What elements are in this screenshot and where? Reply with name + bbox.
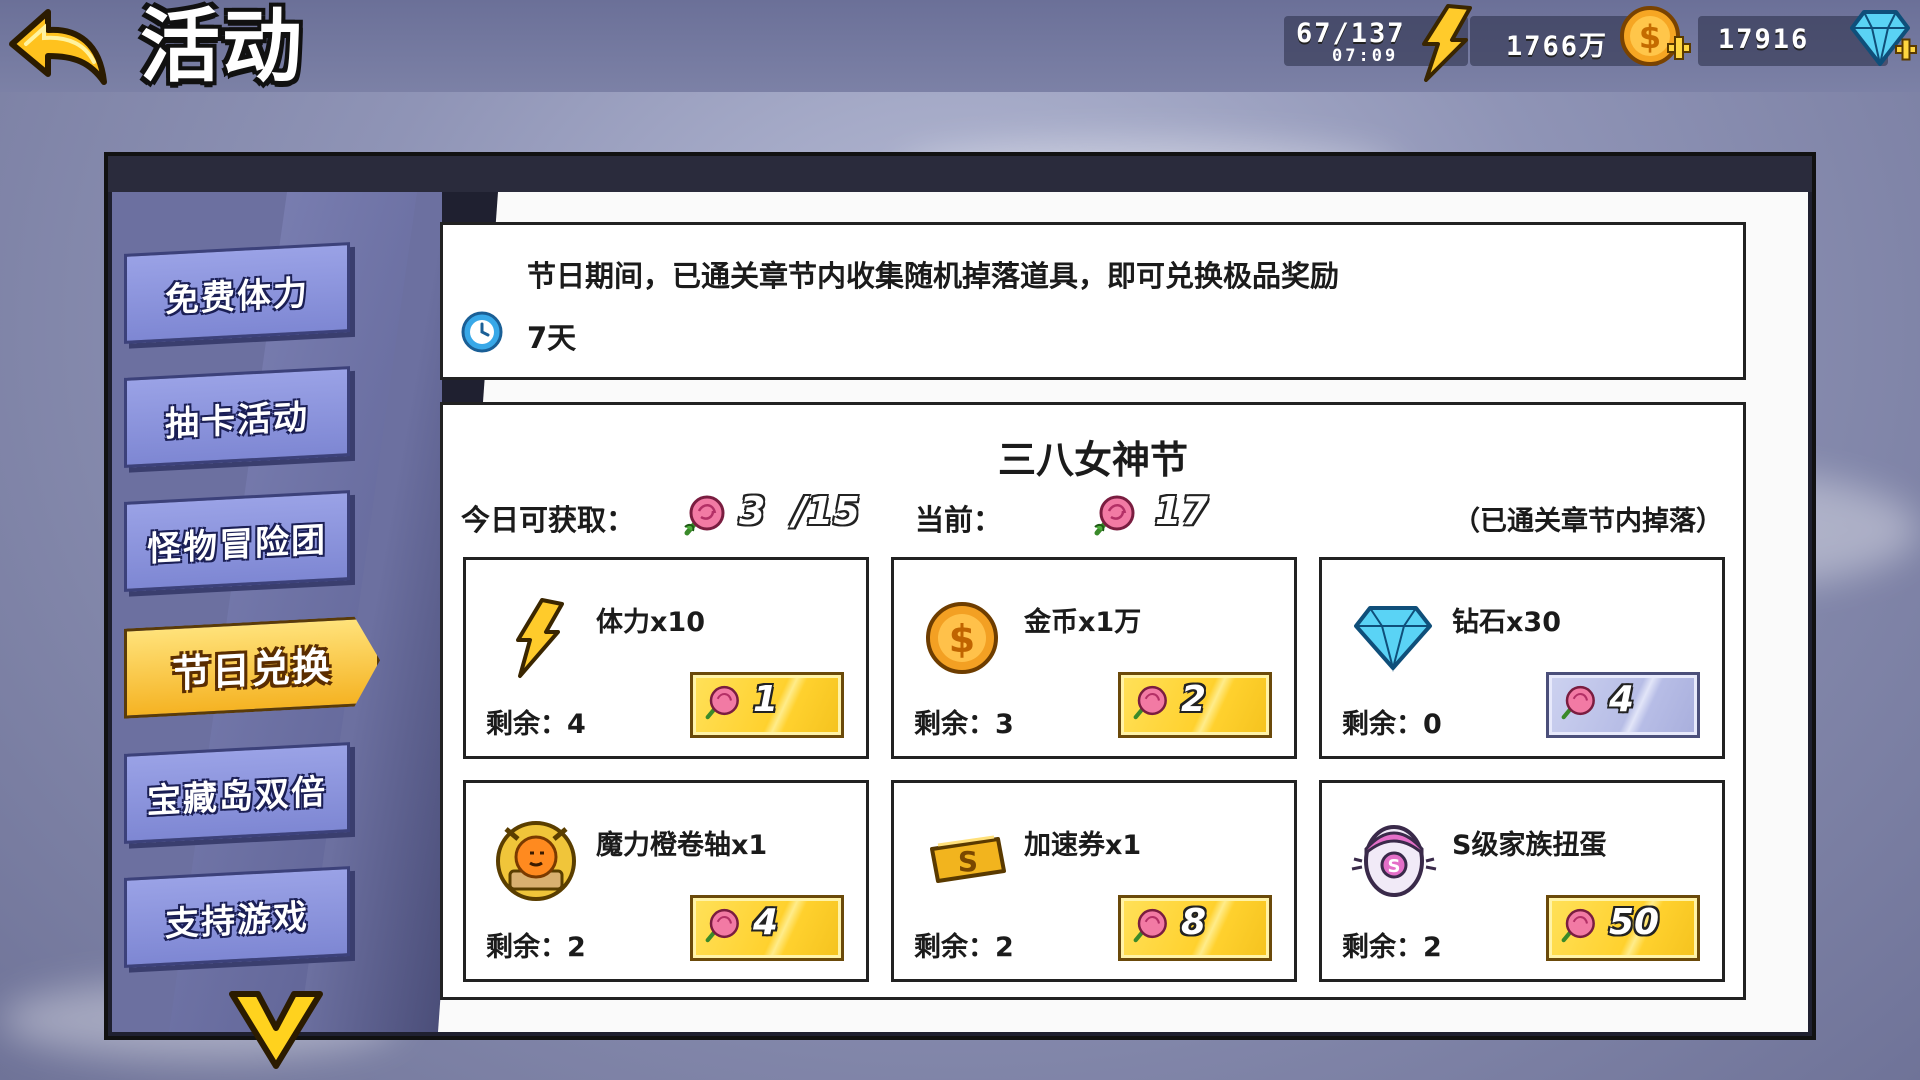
exchange-button-disabled[interactable]: 4 xyxy=(1546,672,1700,738)
back-arrow-icon xyxy=(9,9,107,85)
tab-label: 宝藏岛双倍 xyxy=(147,772,327,822)
tab-label: 抽卡活动 xyxy=(165,397,309,445)
reward-card-diamond: 钻石x30 剩余：0 4 xyxy=(1319,557,1725,759)
tab-draw-event[interactable]: 抽卡活动 xyxy=(124,366,350,468)
event-description-box: 节日期间，已通关章节内收集随机掉落道具，即可兑换极品奖励 7天 xyxy=(440,222,1746,380)
gold-coin-add-icon[interactable]: $ xyxy=(1616,4,1692,76)
tab-support-game[interactable]: 支持游戏 xyxy=(124,866,350,968)
current-label: 当前： xyxy=(915,503,1003,537)
reward-card-gold: $ 金币x1万 剩余：3 2 xyxy=(891,557,1297,759)
reward-card-orange-scroll: 魔力橙卷轴x1 剩余：2 4 xyxy=(463,780,869,982)
drop-source-note: （已通关章节内掉落） xyxy=(1453,506,1723,537)
stamina-timer: 07:09 xyxy=(1332,46,1399,66)
scroll-down-chevron-icon[interactable] xyxy=(228,988,324,1070)
lightning-icon xyxy=(1422,4,1472,82)
exchange-button[interactable]: 50 xyxy=(1546,895,1700,961)
rose-icon xyxy=(1133,685,1167,720)
tab-label: 免费体力 xyxy=(165,273,309,321)
reward-card-s-gacha-egg: S S级家族扭蛋 剩余：2 50 xyxy=(1319,780,1725,982)
reward-remaining: 剩余：2 xyxy=(486,932,586,963)
exchange-button[interactable]: 4 xyxy=(690,895,844,961)
stamina-value: 67/137 xyxy=(1296,18,1406,49)
reward-name: 金币x1万 xyxy=(1024,607,1142,638)
diamond-value: 17916 xyxy=(1718,24,1810,55)
reward-remaining: 剩余：2 xyxy=(1342,932,1442,963)
reward-name: 加速券x1 xyxy=(1024,830,1142,861)
gold-value: 1766万 xyxy=(1506,31,1609,62)
page-title: 活动 xyxy=(140,0,304,93)
rose-icon xyxy=(1561,908,1595,943)
exchange-cost: 2 xyxy=(1181,679,1207,720)
orange-scroll-icon xyxy=(496,821,576,901)
tab-festival-exchange[interactable]: 节日兑换 xyxy=(124,615,380,718)
diamond-add-icon[interactable] xyxy=(1846,6,1918,72)
exchange-button[interactable]: 2 xyxy=(1118,672,1272,738)
reward-remaining: 剩余：2 xyxy=(914,932,1014,963)
rose-icon xyxy=(1561,685,1595,720)
exchange-cost: 8 xyxy=(1181,902,1207,943)
today-available-max: /15 xyxy=(793,489,860,533)
exchange-button[interactable]: 8 xyxy=(1118,895,1272,961)
reward-remaining: 剩余：4 xyxy=(486,709,586,740)
event-duration: 7天 xyxy=(527,321,577,355)
exchange-cost: 1 xyxy=(753,679,779,720)
back-button[interactable] xyxy=(4,4,108,90)
reward-name: S级家族扭蛋 xyxy=(1452,830,1607,861)
speed-ticket-icon: S xyxy=(930,835,1006,883)
exchange-cost: 50 xyxy=(1609,902,1660,943)
tab-free-stamina[interactable]: 免费体力 xyxy=(124,242,350,344)
clock-icon xyxy=(461,311,503,353)
tab-monster-adventure[interactable]: 怪物冒险团 xyxy=(124,490,350,592)
rose-icon xyxy=(684,495,725,536)
reward-name: 魔力橙卷轴x1 xyxy=(596,830,768,861)
reward-card-stamina: 体力x10 剩余：4 1 xyxy=(463,557,869,759)
tab-treasure-island-double[interactable]: 宝藏岛双倍 xyxy=(124,742,350,844)
rose-icon xyxy=(705,685,739,720)
today-available-value: 3 xyxy=(739,489,766,533)
reward-card-speed-ticket: S 加速券x1 剩余：2 8 xyxy=(891,780,1297,982)
festival-exchange-box: 三八女神节 今日可获取： 3 /15 当前： 17 （已通关章节内掉落） 体力x… xyxy=(440,402,1746,1000)
tab-label: 怪物冒险团 xyxy=(147,520,327,570)
current-value: 17 xyxy=(1155,489,1208,533)
tab-label: 节日兑换 xyxy=(171,643,332,697)
gacha-egg-icon: S xyxy=(1351,825,1437,897)
svg-text:$: $ xyxy=(949,617,975,661)
rose-icon xyxy=(1133,908,1167,943)
tab-label: 支持游戏 xyxy=(165,897,309,945)
reward-remaining: 剩余：0 xyxy=(1342,709,1442,740)
reward-remaining: 剩余：3 xyxy=(914,709,1014,740)
lightning-icon xyxy=(516,598,564,678)
event-title: 三八女神节 xyxy=(997,438,1188,482)
diamond-icon xyxy=(1354,606,1432,672)
rose-icon xyxy=(705,908,739,943)
exchange-cost: 4 xyxy=(1609,679,1635,720)
top-bar: 活动 67/137 07:09 1766万 $ 17916 xyxy=(0,0,1920,92)
svg-text:S: S xyxy=(958,845,978,878)
rose-icon xyxy=(1094,495,1135,536)
exchange-cost: 4 xyxy=(753,902,779,943)
today-available-label: 今日可获取： xyxy=(461,503,636,537)
gold-coin-icon: $ xyxy=(926,602,998,674)
reward-name: 体力x10 xyxy=(596,607,705,638)
exchange-button[interactable]: 1 xyxy=(690,672,844,738)
reward-name: 钻石x30 xyxy=(1452,607,1561,638)
svg-text:$: $ xyxy=(1639,18,1661,56)
svg-text:S: S xyxy=(1388,856,1401,877)
event-description: 节日期间，已通关章节内收集随机掉落道具，即可兑换极品奖励 xyxy=(527,259,1340,293)
panel-top-strip xyxy=(108,156,1812,192)
